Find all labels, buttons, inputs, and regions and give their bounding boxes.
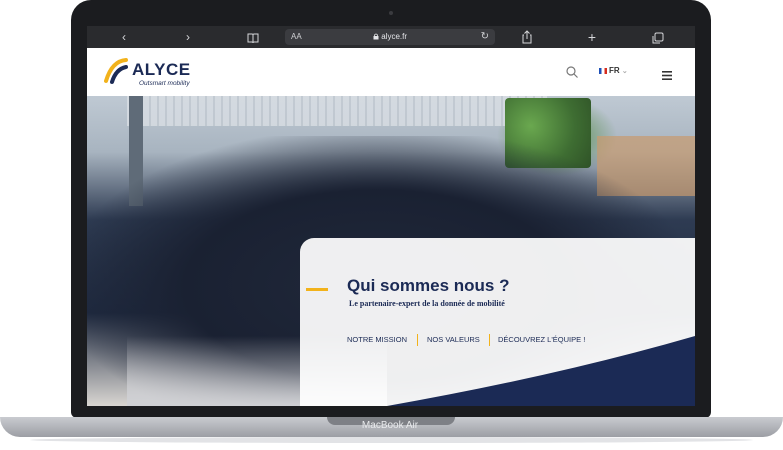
- lock-icon: [373, 33, 379, 40]
- language-selector[interactable]: FR ⌄: [599, 66, 628, 75]
- address-bar[interactable]: AA alyce.fr ↻: [285, 29, 495, 45]
- camera-icon: [389, 11, 393, 15]
- browser-toolbar: ‹ › AA alyce.fr ↻ +: [87, 26, 695, 48]
- screen: ‹ › AA alyce.fr ↻ + ALYCE Outsmart mobil…: [87, 26, 695, 406]
- url-value: alyce.fr: [381, 32, 408, 41]
- share-icon[interactable]: [521, 30, 533, 44]
- link-separator: [489, 334, 490, 346]
- chevron-left-icon[interactable]: ‹: [115, 26, 133, 48]
- france-flag-icon: [599, 67, 607, 74]
- site-header: ALYCE Outsmart mobility FR ⌄: [87, 48, 695, 96]
- alyce-logo-icon[interactable]: [104, 57, 130, 85]
- title-accent-bar: [306, 288, 328, 291]
- book-icon[interactable]: [247, 31, 259, 44]
- page-title: Qui sommes nous ?: [347, 276, 510, 295]
- logo-text[interactable]: ALYCE: [132, 60, 191, 80]
- link-separator: [417, 334, 418, 346]
- page-subtitle: Le partenaire-expert de la donnée de mob…: [349, 299, 505, 308]
- chevron-down-icon: ⌄: [621, 68, 628, 75]
- reload-icon[interactable]: ↻: [481, 29, 489, 45]
- logo-tagline: Outsmart mobility: [139, 80, 190, 87]
- url-text: alyce.fr: [285, 29, 495, 45]
- chevron-right-icon[interactable]: ›: [179, 26, 197, 48]
- tabs-icon[interactable]: [652, 31, 664, 44]
- navy-swoosh: [387, 336, 695, 406]
- plus-icon[interactable]: +: [583, 26, 601, 48]
- link-decouvrez-equipe[interactable]: DÉCOUVREZ L'ÉQUIPE !: [498, 334, 585, 346]
- hero-section: Qui sommes nous ? Le partenaire-expert d…: [87, 96, 695, 406]
- link-notre-mission[interactable]: NOTRE MISSION: [347, 334, 407, 346]
- link-nos-valeurs[interactable]: NOS VALEURS: [427, 334, 480, 346]
- laptop-shadow: [30, 437, 753, 443]
- hamburger-menu-icon[interactable]: [662, 67, 672, 80]
- search-icon[interactable]: [565, 65, 579, 79]
- language-label: FR: [609, 66, 620, 75]
- laptop-model-label: MacBook Air: [361, 420, 419, 431]
